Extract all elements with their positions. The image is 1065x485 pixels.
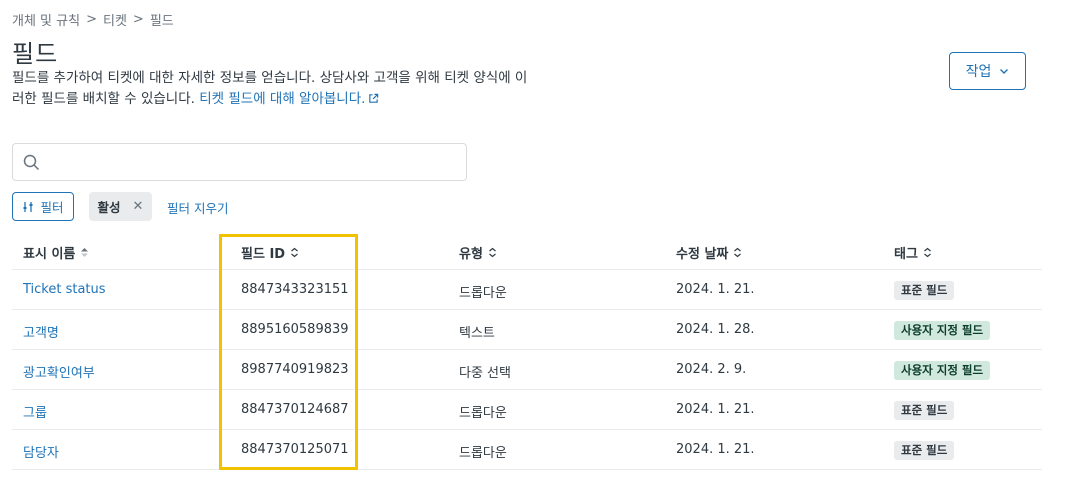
column-label: 수정 날짜 — [676, 247, 729, 262]
field-name-link[interactable]: 광고확인여부 — [23, 362, 95, 381]
search-icon — [23, 154, 40, 170]
breadcrumb: 개체 및 규칙 > 티켓 > 필드 — [12, 10, 174, 29]
column-header-modified-date[interactable]: 수정 날짜 — [676, 243, 742, 262]
search-input[interactable] — [48, 154, 466, 170]
breadcrumb-item-fields: 필드 — [149, 14, 174, 29]
field-name-link[interactable]: Ticket status — [23, 282, 106, 297]
field-type: 드롭다운 — [459, 446, 507, 461]
tag-badge: 사용자 지정 필드 — [894, 361, 991, 380]
breadcrumb-separator: > — [132, 12, 144, 27]
column-label: 필드 ID — [241, 247, 286, 262]
table-row[interactable]: 광고확인여부 8987740919823 다중 선택 2024. 2. 9. 사… — [12, 350, 1042, 390]
column-label: 유형 — [459, 247, 483, 262]
field-id: 8847370125071 — [241, 442, 349, 457]
sort-icon — [291, 247, 298, 258]
page-title: 필드 — [12, 40, 59, 68]
breadcrumb-separator: > — [86, 12, 97, 27]
column-header-type[interactable]: 유형 — [459, 243, 497, 262]
field-name-link[interactable]: 담당자 — [23, 442, 59, 461]
search-box[interactable] — [12, 143, 467, 181]
table-row[interactable]: 담당자 8847370125071 드롭다운 2024. 1. 21. 표준 필… — [12, 430, 1042, 470]
column-label: 태그 — [894, 247, 918, 262]
table-row[interactable]: 그룹 8847370124687 드롭다운 2024. 1. 21. 표준 필드 — [12, 390, 1042, 430]
column-label: 표시 이름 — [23, 247, 76, 262]
tag-badge: 표준 필드 — [894, 281, 955, 300]
column-header-field-id[interactable]: 필드 ID — [241, 243, 299, 262]
field-type: 드롭다운 — [459, 286, 507, 301]
field-type: 드롭다운 — [459, 406, 507, 421]
table-row[interactable]: 고객명 8895160589839 텍스트 2024. 1. 28. 사용자 지… — [12, 310, 1042, 350]
tag-badge: 사용자 지정 필드 — [894, 321, 991, 340]
column-header-tags[interactable]: 태그 — [894, 243, 932, 262]
field-id: 8895160589839 — [241, 322, 349, 337]
field-name-link[interactable]: 그룹 — [23, 402, 47, 421]
actions-button[interactable]: 작업 — [949, 52, 1026, 90]
modified-date: 2024. 1. 21. — [676, 282, 755, 297]
page-description: 필드를 추가하여 티켓에 대한 자세한 정보를 얻습니다. 상담사와 고객을 위… — [12, 68, 532, 110]
actions-label: 작업 — [965, 63, 992, 79]
chevron-down-icon — [1000, 69, 1009, 74]
fields-table: 표시 이름 필드 ID 유형 수정 날짜 태그 Ticket status 88… — [12, 231, 1042, 470]
tag-badge: 표준 필드 — [894, 441, 955, 460]
field-name-link[interactable]: 고객명 — [23, 322, 59, 341]
sort-icon — [81, 248, 89, 257]
external-link-icon — [369, 93, 379, 103]
column-header-display-name[interactable]: 표시 이름 — [23, 243, 89, 262]
filter-button[interactable]: 필터 — [12, 192, 74, 221]
tag-badge: 표준 필드 — [894, 401, 955, 420]
table-row[interactable]: Ticket status 8847343323151 드롭다운 2024. 1… — [12, 270, 1042, 310]
sort-icon — [734, 247, 742, 258]
sort-icon — [924, 247, 931, 258]
modified-date: 2024. 1. 21. — [676, 442, 755, 457]
learn-more-label: 티켓 필드에 대해 알아봅니다. — [199, 91, 366, 107]
modified-date: 2024. 1. 28. — [676, 322, 755, 337]
filter-sliders-icon — [23, 201, 33, 212]
breadcrumb-item-tickets[interactable]: 티켓 — [103, 10, 127, 29]
clear-filters-link[interactable]: 필터 지우기 — [167, 198, 228, 217]
close-icon[interactable]: ✕ — [133, 199, 144, 214]
field-id: 8987740919823 — [241, 362, 349, 377]
table-header: 표시 이름 필드 ID 유형 수정 날짜 태그 — [12, 231, 1042, 270]
modified-date: 2024. 2. 9. — [676, 362, 747, 377]
filter-label: 필터 — [40, 201, 64, 215]
field-type: 텍스트 — [459, 326, 495, 341]
learn-more-link[interactable]: 티켓 필드에 대해 알아봅니다. — [199, 91, 379, 107]
field-id: 8847343323151 — [241, 282, 349, 297]
modified-date: 2024. 1. 21. — [676, 402, 755, 417]
field-type: 다중 선택 — [459, 366, 511, 381]
chip-label: 활성 — [97, 200, 121, 215]
sort-icon — [489, 247, 496, 258]
breadcrumb-item-objects[interactable]: 개체 및 규칙 — [12, 10, 80, 29]
field-id: 8847370124687 — [241, 402, 349, 417]
active-filter-chip: 활성 ✕ — [89, 192, 152, 221]
